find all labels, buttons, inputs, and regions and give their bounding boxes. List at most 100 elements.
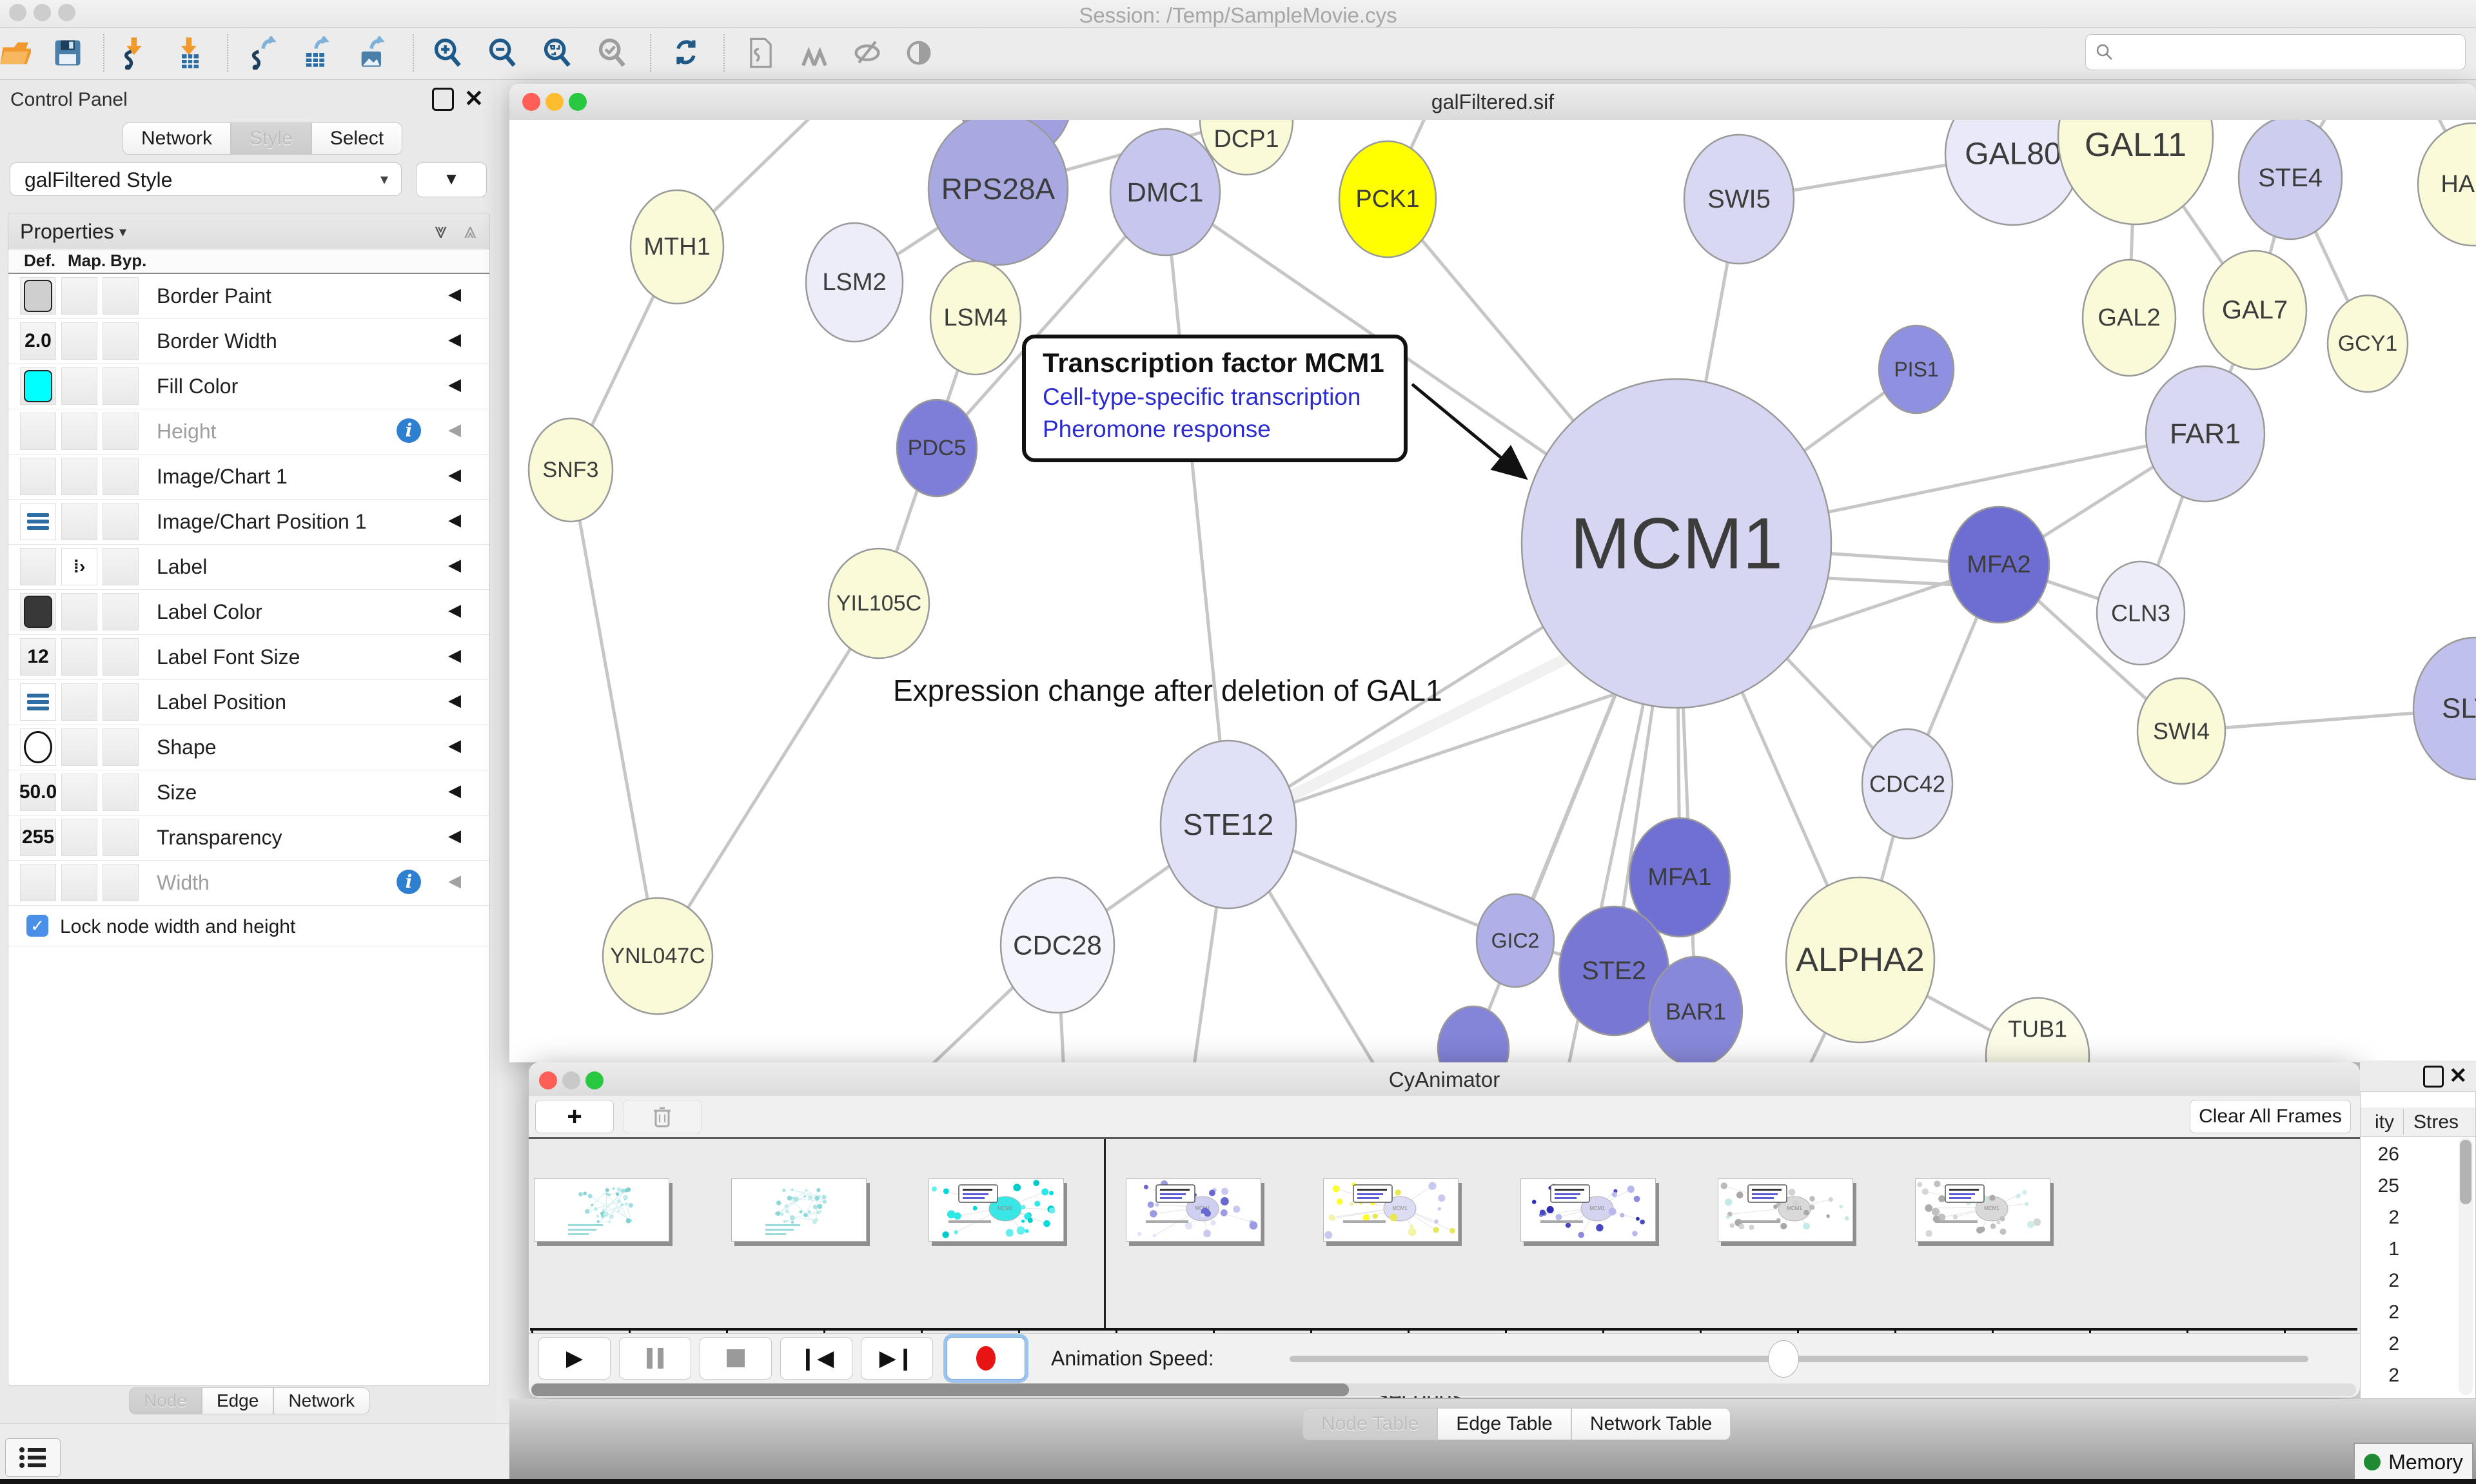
node-GCY1[interactable]: GCY1 <box>2328 295 2408 392</box>
tab-network-style[interactable]: Network <box>273 1387 369 1414</box>
node-CDC28[interactable]: CDC28 <box>1001 877 1114 1013</box>
info-icon[interactable]: i <box>397 418 421 443</box>
network-window-titlebar[interactable]: galFiltered.sif <box>509 84 2476 121</box>
expand-property-icon[interactable]: ◀ <box>448 736 461 756</box>
expand-property-icon[interactable]: ◀ <box>448 465 461 485</box>
stop-button[interactable] <box>700 1337 772 1380</box>
lock-size-checkbox[interactable]: ✓ <box>26 915 48 937</box>
animation-speed-thumb[interactable] <box>1768 1340 1799 1378</box>
table-cell[interactable]: 2 <box>2361 1270 2399 1292</box>
node-PCK1[interactable]: PCK1 <box>1339 141 1436 257</box>
mapping-cell[interactable]: ⁞› <box>61 548 97 585</box>
expand-property-icon[interactable]: ◀ <box>448 555 461 575</box>
export-image-button[interactable] <box>353 33 393 73</box>
node-RPS28A[interactable]: RPS28A <box>928 120 1068 265</box>
column-stress[interactable]: Stres <box>2413 1111 2459 1133</box>
float-panel-icon[interactable] <box>432 88 454 111</box>
property-row-border-paint[interactable]: Border Paint◀ <box>8 274 489 319</box>
node-CLN3[interactable]: CLN3 <box>2097 561 2185 665</box>
table-cell[interactable]: 25 <box>2361 1175 2399 1197</box>
float-panel-icon[interactable] <box>2423 1066 2444 1088</box>
skip-to-start-button[interactable]: ❙◀ <box>780 1337 852 1380</box>
default-value-cell[interactable] <box>20 548 56 585</box>
style-options-button[interactable]: ▼ <box>416 162 487 197</box>
expand-property-icon[interactable]: ◀ <box>448 375 461 395</box>
expand-property-icon[interactable]: ◀ <box>448 690 461 710</box>
bypass-cell[interactable] <box>103 683 139 721</box>
table-cell[interactable]: 2 <box>2361 1302 2399 1323</box>
animation-speed-slider[interactable] <box>1290 1356 2308 1362</box>
annotation-link-2[interactable]: Pheromone response <box>1043 416 1404 443</box>
open-session-button[interactable] <box>0 33 34 73</box>
default-value-cell[interactable] <box>20 503 56 540</box>
bypass-cell[interactable] <box>103 503 139 540</box>
mapping-cell[interactable] <box>61 864 97 901</box>
annotation-box[interactable]: Transcription factor MCM1 Cell-type-spec… <box>1022 335 1408 462</box>
style-selector[interactable]: galFiltered Style ▾ <box>10 162 402 196</box>
node-FAR1[interactable]: FAR1 <box>2146 366 2265 502</box>
bypass-cell[interactable] <box>103 819 139 856</box>
default-value-cell[interactable] <box>20 413 56 450</box>
node-TUB1[interactable]: TUB1 <box>1986 998 2089 1062</box>
frame-thumbnail-6[interactable]: MCM1 <box>1718 1178 1853 1242</box>
mapping-cell[interactable] <box>61 277 97 315</box>
node-BAR1[interactable]: BAR1 <box>1649 957 1742 1062</box>
property-row-border-width[interactable]: 2.0Border Width◀ <box>8 319 489 364</box>
default-value-cell[interactable] <box>20 683 56 721</box>
node-STE4[interactable]: STE4 <box>2239 120 2342 239</box>
memory-indicator[interactable]: Memory <box>2353 1443 2473 1481</box>
expand-property-icon[interactable]: ◀ <box>448 420 461 440</box>
cyanimator-titlebar[interactable]: CyAnimator <box>529 1062 2360 1097</box>
default-value-cell[interactable] <box>20 864 56 901</box>
bypass-cell[interactable] <box>103 728 139 766</box>
expand-all-icon[interactable]: ⩔ <box>435 219 447 244</box>
node-SWI4[interactable]: SWI4 <box>2137 678 2225 784</box>
search-box[interactable] <box>2085 34 2466 70</box>
node-GAL11[interactable]: GAL11 <box>2058 120 2213 224</box>
refresh-view-button[interactable] <box>667 33 707 73</box>
default-value-cell[interactable]: 50.0 <box>20 774 56 811</box>
node-YNL047C[interactable]: YNL047C <box>603 898 712 1014</box>
frame-thumbnail-7[interactable]: MCM1 <box>1915 1178 2050 1242</box>
default-value-cell[interactable]: 255 <box>20 819 56 856</box>
show-details-button[interactable] <box>899 33 939 73</box>
mapping-cell[interactable] <box>61 728 97 766</box>
import-table-button[interactable] <box>170 33 210 73</box>
edge[interactable] <box>1165 192 1228 825</box>
zoom-selected-button[interactable] <box>593 33 633 73</box>
search-network-button[interactable] <box>796 33 836 73</box>
annotation-link-1[interactable]: Cell-type-specific transcription <box>1043 384 1404 411</box>
table-cell[interactable]: 26 <box>2361 1144 2399 1166</box>
default-value-cell[interactable] <box>20 728 56 766</box>
info-icon[interactable]: i <box>397 870 421 894</box>
bypass-cell[interactable] <box>103 458 139 495</box>
node-GIC2[interactable]: GIC2 <box>1477 894 1554 987</box>
properties-header[interactable]: Properties ▾ ⩔ ⩓ <box>8 213 489 250</box>
bypass-cell[interactable] <box>103 322 139 360</box>
node-GAL2[interactable]: GAL2 <box>2083 260 2176 376</box>
node-SNF3[interactable]: SNF3 <box>529 418 613 522</box>
frame-thumbnail-1[interactable] <box>731 1178 867 1242</box>
tab-edge-table[interactable]: Edge Table <box>1437 1408 1571 1440</box>
node-DMC1[interactable]: DMC1 <box>1110 129 1220 255</box>
property-row-image-chart-position-1[interactable]: Image/Chart Position 1◀ <box>8 500 489 545</box>
node-MCM1[interactable]: MCM1 <box>1522 379 1831 708</box>
pause-button[interactable] <box>619 1337 691 1380</box>
mapping-cell[interactable] <box>61 683 97 721</box>
property-row-height[interactable]: Heighti◀ <box>8 409 489 454</box>
network-doc-button[interactable] <box>741 33 781 73</box>
property-row-transparency[interactable]: 255Transparency◀ <box>8 815 489 861</box>
bypass-cell[interactable] <box>103 638 139 676</box>
bypass-cell[interactable] <box>103 864 139 901</box>
expand-property-icon[interactable]: ◀ <box>448 645 461 665</box>
default-value-cell[interactable]: 12 <box>20 638 56 676</box>
node-MTH1[interactable]: MTH1 <box>631 190 723 304</box>
timeline-playhead[interactable] <box>1104 1139 1106 1329</box>
network-caption[interactable]: Expression change after deletion of GAL1 <box>893 673 1442 708</box>
node-LSM4[interactable]: LSM4 <box>930 261 1021 375</box>
import-network-button[interactable] <box>115 33 155 73</box>
table-vscrollbar[interactable] <box>2459 1137 2473 1395</box>
default-value-cell[interactable] <box>20 593 56 630</box>
column-centrality[interactable]: ity <box>2361 1111 2394 1133</box>
expand-property-icon[interactable]: ◀ <box>448 329 461 349</box>
